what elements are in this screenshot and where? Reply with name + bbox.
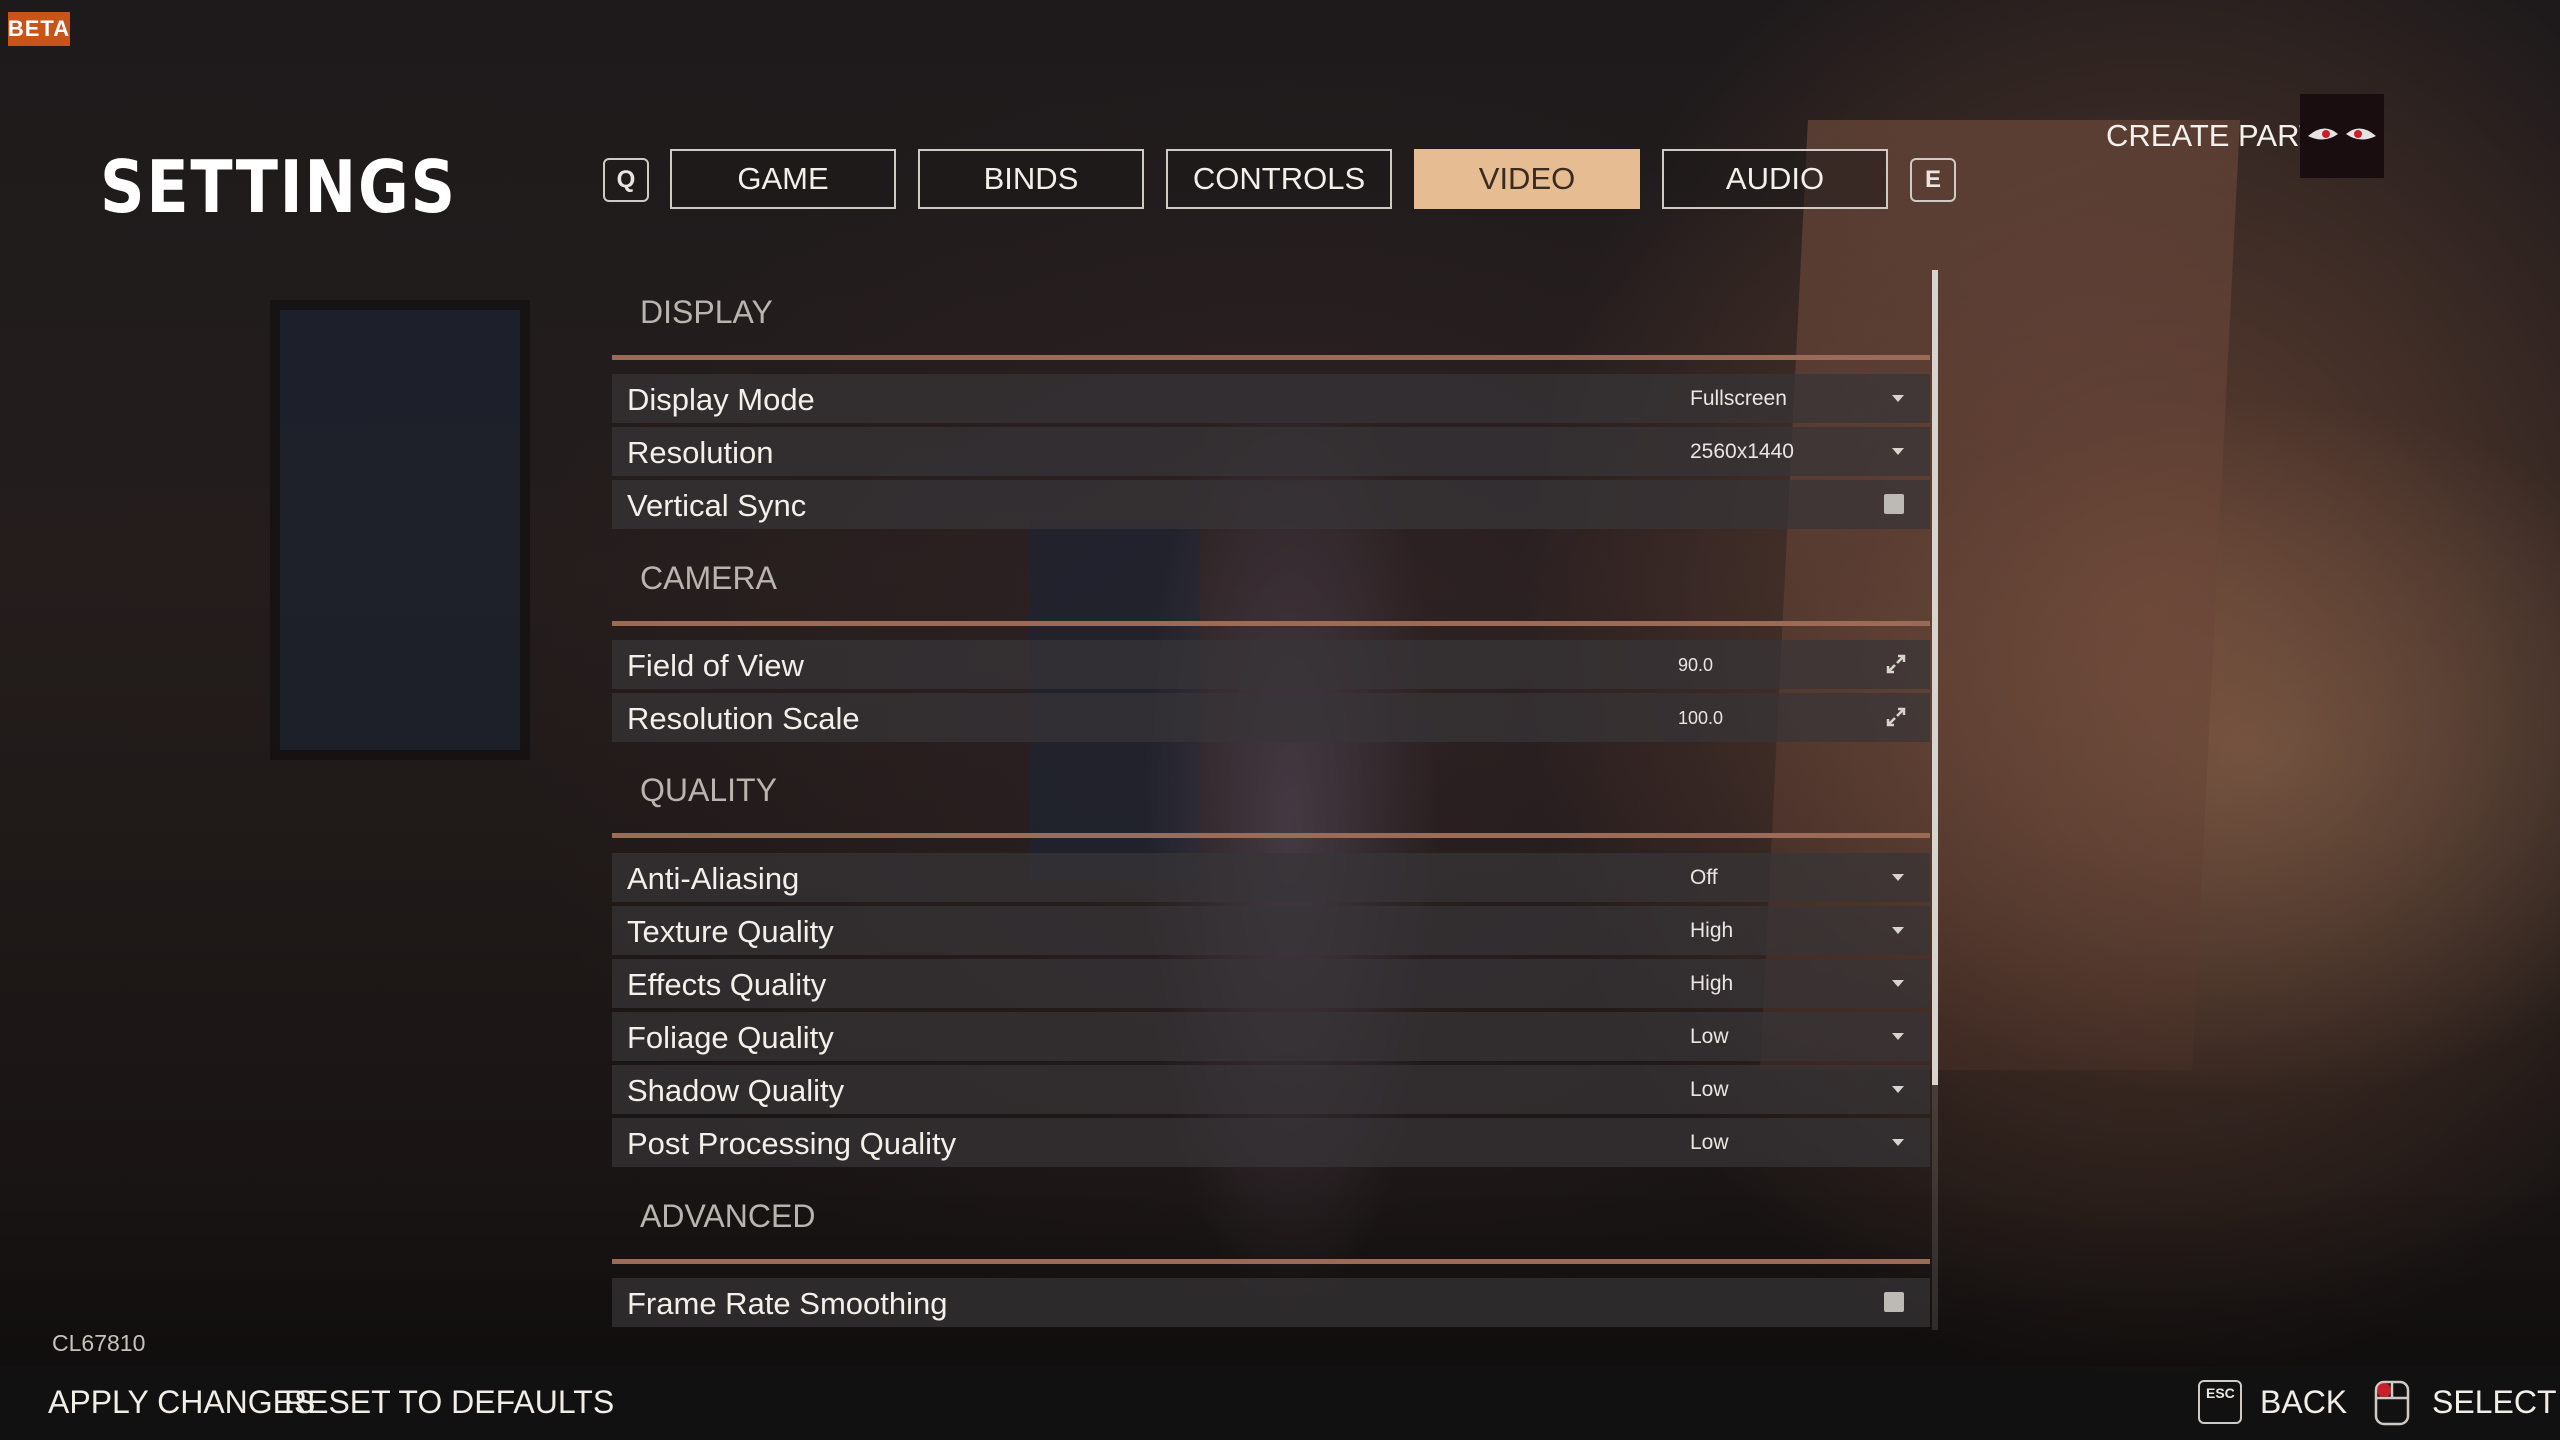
section-divider — [612, 1259, 1930, 1264]
numeric-value[interactable]: 90.0 — [1678, 655, 1713, 676]
background-window — [270, 300, 530, 760]
dropdown-value[interactable]: 2560x1440 — [1690, 440, 1794, 464]
setting-label: Anti-Aliasing — [627, 861, 800, 896]
expand-icon[interactable] — [1884, 705, 1908, 729]
dropdown-value[interactable]: Off — [1690, 866, 1718, 890]
dropdown-value[interactable]: High — [1690, 972, 1733, 996]
create-party-button[interactable]: CREATE PARTY — [2090, 94, 2384, 178]
chevron-down-icon[interactable] — [1892, 927, 1904, 934]
setting-label: Resolution Scale — [627, 701, 860, 736]
beta-badge: BETA — [8, 12, 70, 46]
setting-resolution-scale[interactable]: Resolution Scale 100.0 — [612, 693, 1930, 742]
chevron-down-icon[interactable] — [1892, 1139, 1904, 1146]
select-button[interactable]: SELECT — [2432, 1384, 2556, 1421]
setting-label: Vertical Sync — [627, 488, 807, 523]
setting-vertical-sync[interactable]: Vertical Sync — [612, 480, 1930, 529]
esc-key-label: ESC — [2206, 1385, 2235, 1401]
reset-to-defaults-button[interactable]: RESET TO DEFAULTS — [284, 1384, 614, 1421]
section-title: ADVANCED — [640, 1198, 816, 1234]
section-display: DISPLAY — [612, 270, 1930, 360]
setting-label: Display Mode — [627, 382, 815, 417]
chevron-down-icon[interactable] — [1892, 395, 1904, 402]
dropdown-value[interactable]: Fullscreen — [1690, 387, 1787, 411]
setting-label: Texture Quality — [627, 914, 834, 949]
tab-audio[interactable]: AUDIO — [1662, 149, 1888, 209]
setting-field-of-view[interactable]: Field of View 90.0 — [612, 640, 1930, 689]
setting-label: Effects Quality — [627, 967, 827, 1002]
section-advanced: ADVANCED — [612, 1174, 1930, 1264]
next-tab-key[interactable]: E — [1910, 158, 1956, 202]
red-eyes-icon — [2300, 94, 2384, 178]
dropdown-value[interactable]: Low — [1690, 1078, 1729, 1102]
settings-list: DISPLAY Display Mode Fullscreen Resoluti… — [612, 270, 1932, 1330]
tab-binds[interactable]: BINDS — [918, 149, 1144, 209]
setting-label: Shadow Quality — [627, 1073, 845, 1108]
setting-post-processing-quality[interactable]: Post Processing Quality Low — [612, 1118, 1930, 1167]
setting-display-mode[interactable]: Display Mode Fullscreen — [612, 374, 1930, 423]
dropdown-value[interactable]: High — [1690, 919, 1733, 943]
vertical-sync-checkbox[interactable] — [1884, 494, 1904, 514]
page-title: SETTINGS — [100, 145, 457, 229]
setting-label: Frame Rate Smoothing — [627, 1286, 948, 1321]
setting-texture-quality[interactable]: Texture Quality High — [612, 906, 1930, 955]
expand-icon[interactable] — [1884, 652, 1908, 676]
chevron-down-icon[interactable] — [1892, 1033, 1904, 1040]
esc-key-icon: ESC — [2198, 1380, 2242, 1424]
numeric-value[interactable]: 100.0 — [1678, 708, 1723, 729]
chevron-down-icon[interactable] — [1892, 980, 1904, 987]
tab-controls[interactable]: CONTROLS — [1166, 149, 1392, 209]
section-title: CAMERA — [640, 560, 777, 596]
section-camera: CAMERA — [612, 536, 1930, 626]
chevron-down-icon[interactable] — [1892, 1086, 1904, 1093]
setting-effects-quality[interactable]: Effects Quality High — [612, 959, 1930, 1008]
build-id: CL67810 — [52, 1330, 146, 1356]
section-divider — [612, 621, 1930, 626]
setting-label: Resolution — [627, 435, 774, 470]
setting-label: Field of View — [627, 648, 804, 683]
setting-label: Foliage Quality — [627, 1020, 834, 1055]
chevron-down-icon[interactable] — [1892, 874, 1904, 881]
setting-foliage-quality[interactable]: Foliage Quality Low — [612, 1012, 1930, 1061]
section-divider — [612, 355, 1930, 360]
section-divider — [612, 833, 1930, 838]
mouse-click-icon — [2374, 1380, 2410, 1426]
prev-tab-key[interactable]: Q — [603, 158, 649, 202]
frame-rate-smoothing-checkbox[interactable] — [1884, 1292, 1904, 1312]
section-title: QUALITY — [640, 772, 777, 808]
tab-video[interactable]: VIDEO — [1414, 149, 1640, 209]
section-title: DISPLAY — [640, 294, 773, 330]
setting-shadow-quality[interactable]: Shadow Quality Low — [612, 1065, 1930, 1114]
section-quality: QUALITY — [612, 748, 1930, 838]
scrollbar-thumb[interactable] — [1932, 270, 1938, 1085]
bottom-bar: APPLY CHANGES RESET TO DEFAULTS ESC BACK… — [0, 1366, 2560, 1440]
apply-changes-button[interactable]: APPLY CHANGES — [48, 1384, 315, 1421]
setting-frame-rate-smoothing[interactable]: Frame Rate Smoothing — [612, 1278, 1930, 1327]
setting-anti-aliasing[interactable]: Anti-Aliasing Off — [612, 853, 1930, 902]
setting-resolution[interactable]: Resolution 2560x1440 — [612, 427, 1930, 476]
dropdown-value[interactable]: Low — [1690, 1131, 1729, 1155]
back-button[interactable]: BACK — [2260, 1384, 2347, 1421]
chevron-down-icon[interactable] — [1892, 448, 1904, 455]
tab-game[interactable]: GAME — [670, 149, 896, 209]
dropdown-value[interactable]: Low — [1690, 1025, 1729, 1049]
setting-label: Post Processing Quality — [627, 1126, 957, 1161]
